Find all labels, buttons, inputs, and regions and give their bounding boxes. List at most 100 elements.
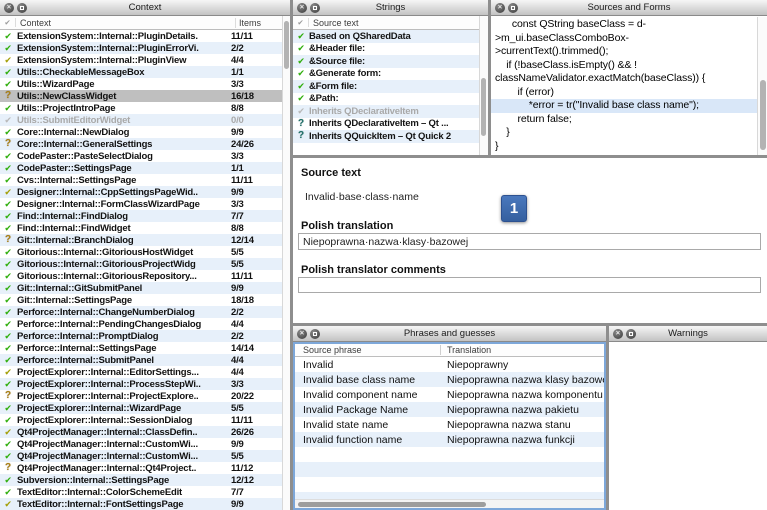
phrase-row[interactable]: Invalid state nameNiepoprawna nazwa stan… bbox=[295, 417, 604, 432]
context-row[interactable]: ✔TextEditor::Internal::ColorSchemeEdit7/… bbox=[0, 486, 282, 498]
context-name: Utils::ProjectIntroPage bbox=[16, 103, 228, 114]
scrollbar-thumb[interactable] bbox=[284, 21, 289, 69]
context-row[interactable]: ✔Subversion::Internal::SettingsPage12/12 bbox=[0, 474, 282, 486]
context-row[interactable]: ?Core::Internal::GeneralSettings24/26 bbox=[0, 138, 282, 150]
string-row[interactable]: ?Inherits QQuickItem – Qt Quick 2 bbox=[293, 130, 479, 143]
context-row[interactable]: ✔Perforce::Internal::SettingsPage14/14 bbox=[0, 342, 282, 354]
strings-vertical-scrollbar[interactable] bbox=[479, 16, 488, 155]
context-name: ProjectExplorer::Internal::WizardPage bbox=[16, 403, 228, 414]
context-row[interactable]: ✔Git::Internal::SettingsPage18/18 bbox=[0, 294, 282, 306]
context-row[interactable]: ✔ExtensionSystem::Internal::PluginDetail… bbox=[0, 30, 282, 42]
source-string: &Form file: bbox=[309, 81, 479, 92]
context-row[interactable]: ✔Gitorious::Internal::GitoriousHostWidge… bbox=[0, 246, 282, 258]
context-column-header[interactable]: ✔ Context Items bbox=[0, 16, 290, 30]
string-row[interactable]: ✔&Path: bbox=[293, 93, 479, 106]
string-row[interactable]: ✔&Header file: bbox=[293, 43, 479, 56]
context-row[interactable]: ?Utils::NewClassWidget16/18 bbox=[0, 90, 282, 102]
context-row[interactable]: ?Qt4ProjectManager::Internal::Qt4Project… bbox=[0, 462, 282, 474]
context-row[interactable]: ✔ProjectExplorer::Internal::ProcessStepW… bbox=[0, 378, 282, 390]
string-row[interactable]: ?Inherits QDeclarativeItem – Qt ... bbox=[293, 118, 479, 131]
context-name: Qt4ProjectManager::Internal::CustomWi... bbox=[16, 451, 228, 462]
items-count: 5/5 bbox=[228, 259, 282, 270]
question-gold-icon: ? bbox=[0, 463, 16, 473]
context-row[interactable]: ✔Qt4ProjectManager::Internal::CustomWi..… bbox=[0, 438, 282, 450]
context-row[interactable]: ✔Utils::SubmitEditorWidget0/0 bbox=[0, 114, 282, 126]
context-name: ExtensionSystem::Internal::PluginView bbox=[16, 55, 228, 66]
scrollbar-thumb[interactable] bbox=[760, 80, 766, 150]
items-count: 11/11 bbox=[228, 175, 282, 186]
items-count: 9/9 bbox=[228, 499, 282, 510]
context-row[interactable]: ✔CodePaster::PasteSelectDialog3/3 bbox=[0, 150, 282, 162]
context-row[interactable]: ✔Perforce::Internal::PendingChangesDialo… bbox=[0, 318, 282, 330]
code-line bbox=[491, 153, 757, 155]
context-row[interactable]: ✔Perforce::Internal::PromptDialog2/2 bbox=[0, 330, 282, 342]
context-row[interactable]: ✔ProjectExplorer::Internal::SessionDialo… bbox=[0, 414, 282, 426]
context-row[interactable]: ✔Qt4ProjectManager::Internal::CustomWi..… bbox=[0, 450, 282, 462]
question-teal-icon: ? bbox=[293, 119, 309, 129]
sources-and-forms-panel: ✕ Sources and Forms const QString baseCl… bbox=[491, 0, 767, 155]
items-count: 5/5 bbox=[228, 451, 282, 462]
context-row[interactable]: ✔Utils::ProjectIntroPage8/8 bbox=[0, 102, 282, 114]
context-row[interactable]: ✔ExtensionSystem::Internal::PluginErrorV… bbox=[0, 42, 282, 54]
context-name: ProjectExplorer::Internal::EditorSetting… bbox=[16, 367, 228, 378]
source-code-view[interactable]: const QString baseClass = d->m_ui.baseCl… bbox=[491, 17, 757, 155]
context-row[interactable]: ✔Perforce::Internal::SubmitPanel4/4 bbox=[0, 354, 282, 366]
context-vertical-scrollbar[interactable] bbox=[282, 16, 290, 510]
context-row[interactable]: ✔Perforce::Internal::ChangeNumberDialog2… bbox=[0, 306, 282, 318]
check-olive-icon: ✔ bbox=[0, 428, 16, 437]
string-row[interactable]: ✔&Form file: bbox=[293, 80, 479, 93]
context-row[interactable]: ✔Qt4ProjectManager::Internal::ClassDefin… bbox=[0, 426, 282, 438]
context-row[interactable]: ✔Utils::CheckableMessageBox1/1 bbox=[0, 66, 282, 78]
context-row[interactable]: ✔Utils::WizardPage3/3 bbox=[0, 78, 282, 90]
context-row[interactable]: ✔TextEditor::Internal::FontSettingsPage9… bbox=[0, 498, 282, 510]
context-row[interactable]: ✔Designer::Internal::CppSettingsPageWid.… bbox=[0, 186, 282, 198]
string-row[interactable]: ✔&Source file: bbox=[293, 55, 479, 68]
phrase-row[interactable]: InvalidNiepoprawny bbox=[295, 357, 604, 372]
source-text-column-label: Source text bbox=[309, 18, 488, 28]
sources-panel-titlebar: ✕ Sources and Forms bbox=[491, 0, 767, 16]
check-green-icon: ✔ bbox=[0, 44, 16, 53]
check-olive-icon: ✔ bbox=[0, 56, 16, 65]
translation-input[interactable] bbox=[298, 233, 761, 250]
string-row[interactable]: ✔Based on QSharedData bbox=[293, 30, 479, 43]
context-row[interactable]: ✔Cvs::Internal::SettingsPage11/11 bbox=[0, 174, 282, 186]
phrase-row[interactable]: Invalid Package NameNiepoprawna nazwa pa… bbox=[295, 402, 604, 417]
phrases-table: Source phrase Translation InvalidNiepopr… bbox=[293, 342, 606, 510]
context-row[interactable]: ✔ProjectExplorer::Internal::WizardPage5/… bbox=[0, 402, 282, 414]
sources-vertical-scrollbar[interactable] bbox=[757, 17, 767, 155]
context-row[interactable]: ✔Core::Internal::NewDialog9/9 bbox=[0, 126, 282, 138]
context-row[interactable]: ✔Find::Internal::FindWidget8/8 bbox=[0, 222, 282, 234]
context-row[interactable]: ✔Designer::Internal::FormClassWizardPage… bbox=[0, 198, 282, 210]
highlighted-code-line: *error = tr("Invalid base class name"); bbox=[491, 99, 757, 113]
context-name: Git::Internal::BranchDialog bbox=[16, 235, 228, 246]
context-name: Perforce::Internal::SettingsPage bbox=[16, 343, 228, 354]
phrases-panel-titlebar: ✕ Phrases and guesses bbox=[293, 326, 606, 342]
phrases-column-header[interactable]: Source phrase Translation bbox=[295, 344, 604, 357]
phrase-row[interactable]: Invalid component nameNiepoprawna nazwa … bbox=[295, 387, 604, 402]
scrollbar-thumb[interactable] bbox=[298, 502, 486, 507]
context-row[interactable]: ✔Gitorious::Internal::GitoriousRepositor… bbox=[0, 270, 282, 282]
context-row[interactable]: ✔ExtensionSystem::Internal::PluginView4/… bbox=[0, 54, 282, 66]
context-row[interactable]: ?ProjectExplorer::Internal::ProjectExplo… bbox=[0, 390, 282, 402]
translator-comments-input[interactable] bbox=[298, 277, 761, 293]
check-green-icon: ✔ bbox=[0, 404, 16, 413]
context-row[interactable]: ✔CodePaster::SettingsPage1/1 bbox=[0, 162, 282, 174]
context-name: Gitorious::Internal::GitoriousProjectWid… bbox=[16, 259, 228, 270]
context-name: Find::Internal::FindWidget bbox=[16, 223, 228, 234]
scrollbar-thumb[interactable] bbox=[481, 78, 486, 136]
phrase-row[interactable]: Invalid function nameNiepoprawna nazwa f… bbox=[295, 432, 604, 447]
string-row[interactable]: ✔&Generate form: bbox=[293, 68, 479, 81]
context-row[interactable]: ✔Gitorious::Internal::GitoriousProjectWi… bbox=[0, 258, 282, 270]
context-row[interactable]: ✔Git::Internal::GitSubmitPanel9/9 bbox=[0, 282, 282, 294]
phrase-row[interactable]: Invalid base class nameNiepoprawna nazwa… bbox=[295, 372, 604, 387]
phrases-horizontal-scrollbar[interactable] bbox=[295, 499, 604, 508]
items-count: 3/3 bbox=[228, 79, 282, 90]
strings-column-header[interactable]: ✔ Source text bbox=[293, 16, 488, 30]
context-name: ProjectExplorer::Internal::ProcessStepWi… bbox=[16, 379, 228, 390]
string-row[interactable]: ✔Inherits QDeclarativeItem bbox=[293, 105, 479, 118]
context-row[interactable]: ✔Find::Internal::FindDialog7/7 bbox=[0, 210, 282, 222]
context-row[interactable]: ?Git::Internal::BranchDialog12/14 bbox=[0, 234, 282, 246]
check-green-icon: ✔ bbox=[0, 248, 16, 257]
context-name: CodePaster::SettingsPage bbox=[16, 163, 228, 174]
context-row[interactable]: ✔ProjectExplorer::Internal::EditorSettin… bbox=[0, 366, 282, 378]
